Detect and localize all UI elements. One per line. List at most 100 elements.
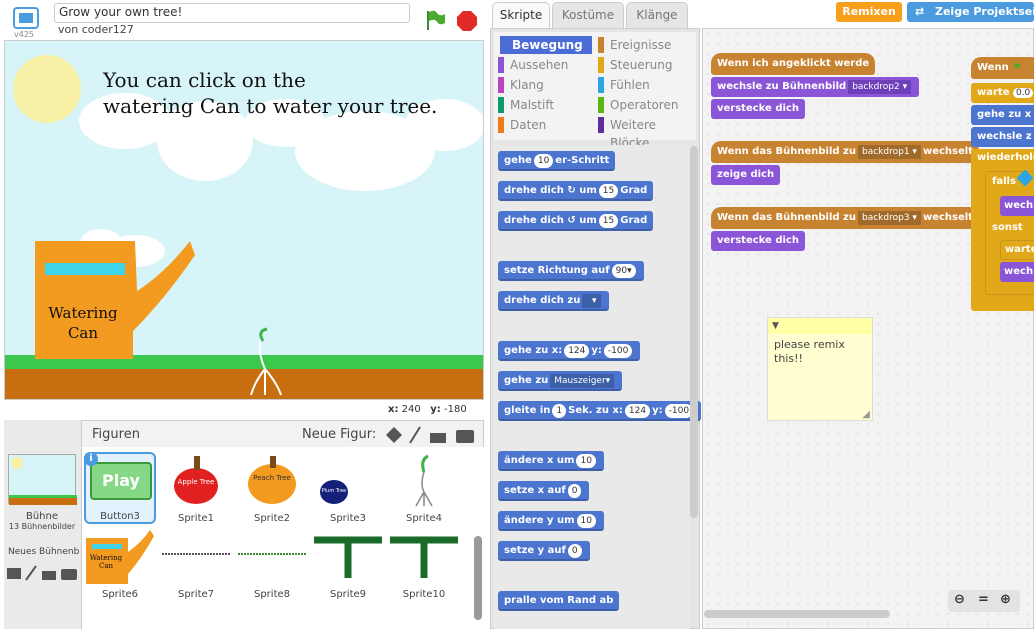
block-move-steps[interactable]: gehe 10 er-Schritt	[498, 151, 616, 171]
script4-inner-block[interactable]: wech	[1000, 262, 1034, 282]
sprite-tile-sprite6[interactable]: Watering Can Sprite6	[84, 528, 156, 600]
script1-hat-block[interactable]: Wenn ich angeklickt werde	[711, 53, 876, 75]
sprite-tile-sprite10[interactable]: Sprite10	[388, 528, 460, 600]
script2-hat-block[interactable]: Wenn das Bühnenbild zu backdrop1 ▾ wechsel…	[711, 141, 979, 163]
script4-inner-block[interactable]: wech	[1000, 196, 1034, 216]
block-input[interactable]: 0	[567, 484, 582, 498]
block-point-towards[interactable]: drehe dich zu ▾	[498, 291, 609, 311]
sprite-tile-sprite4[interactable]: Sprite4	[388, 452, 460, 524]
chevron-down-icon[interactable]: ▾	[582, 294, 601, 308]
block-set-y[interactable]: setze y auf 0	[498, 541, 590, 561]
category-looks[interactable]: Aussehen	[498, 56, 568, 74]
category-color	[498, 57, 504, 73]
script1-hide-block[interactable]: verstecke dich	[711, 99, 805, 119]
block-change-x[interactable]: ändere x um 10	[498, 451, 604, 471]
block-input[interactable]: 124	[624, 404, 651, 418]
comment-header[interactable]: ▼	[768, 318, 872, 334]
block-input[interactable]: 10	[576, 454, 596, 468]
category-sensing[interactable]: Fühlen	[598, 76, 650, 94]
tab-sounds[interactable]: Klänge	[626, 2, 688, 28]
sprite-tile-sprite3[interactable]: Plum Tree Sprite3	[312, 452, 384, 524]
script4-goto-block[interactable]: gehe zu x	[971, 105, 1034, 125]
script3-hat-block[interactable]: Wenn das Bühnenbild zu backdrop3 ▾ wechsel…	[711, 207, 979, 229]
block-go-to[interactable]: gehe zu Mauszeiger▾	[498, 371, 623, 391]
block-point-direction[interactable]: setze Richtung auf 90▾	[498, 261, 644, 281]
block-input[interactable]: 124	[564, 344, 590, 358]
project-title-input[interactable]: Grow your own tree!	[54, 3, 410, 23]
category-data[interactable]: Daten	[498, 116, 546, 134]
script4-if-block[interactable]: falls wech sonst warte wech	[985, 169, 1034, 295]
sprite-tile-sprite1[interactable]: Apple Tree Sprite1	[160, 452, 232, 524]
block-input[interactable]: 0	[567, 544, 582, 558]
project-page-button[interactable]: ⇄ Zeige Projektseite	[907, 2, 1034, 22]
block-input[interactable]: 1	[552, 404, 567, 418]
sprite-tile-button3[interactable]: Play Button3 i	[84, 452, 156, 524]
category-more-blocks[interactable]: Weitere Blöcke	[598, 116, 696, 150]
category-operators[interactable]: Operatoren	[598, 96, 678, 114]
palette-scrollbar[interactable]	[690, 146, 698, 518]
script1-switch-backdrop-block[interactable]: wechsle zu Bühnenbild backdrop2 ▾	[711, 77, 920, 97]
category-motion[interactable]: Bewegung	[500, 36, 592, 54]
block-input[interactable]: 90▾	[611, 264, 636, 278]
tab-scripts[interactable]: Skripte	[492, 2, 550, 28]
block-go-to-xy[interactable]: gehe zu x: 124 y: -100	[498, 341, 641, 361]
script4-switch-block[interactable]: wechsle z	[971, 127, 1034, 147]
block-input[interactable]: 15	[598, 184, 619, 198]
block-text: um	[579, 215, 597, 226]
zoom-in-icon[interactable]: ⊕	[1000, 592, 1011, 607]
sprite-name: Sprite4	[405, 513, 443, 524]
block-turn-right[interactable]: drehe dich ↻ um 15 Grad	[498, 181, 654, 201]
block-input[interactable]: -100	[603, 344, 633, 358]
tab-costumes[interactable]: Kostüme	[552, 2, 624, 28]
block-input[interactable]: -100	[664, 404, 694, 418]
category-control[interactable]: Steuerung	[598, 56, 672, 74]
script4-warte-block[interactable]: warte 0.0	[971, 83, 1034, 103]
green-flag-icon[interactable]	[424, 9, 446, 34]
remix-button[interactable]: Remixen	[836, 2, 902, 22]
block-dropdown[interactable]: backdrop1 ▾	[858, 145, 921, 159]
script3-hide-block[interactable]: verstecke dich	[711, 231, 805, 251]
block-change-y[interactable]: ändere y um 10	[498, 511, 604, 531]
info-icon[interactable]: i	[84, 452, 98, 466]
category-color	[598, 97, 604, 113]
script2-show-block[interactable]: zeige dich	[711, 165, 781, 185]
block-turn-left[interactable]: drehe dich ↺ um 15 Grad	[498, 211, 654, 231]
block-glide[interactable]: gleite in 1 Sek. zu x: 124 y: -100	[498, 401, 702, 421]
sprite-art-play: Play	[90, 462, 152, 500]
block-input[interactable]: 10	[533, 154, 554, 168]
sprite-tile-sprite7[interactable]: Sprite7	[160, 528, 232, 600]
sprite-tile-sprite2[interactable]: Peach Tree Sprite2	[236, 452, 308, 524]
fullscreen-icon[interactable]	[12, 6, 40, 30]
category-sound[interactable]: Klang	[498, 76, 544, 94]
category-pen[interactable]: Malstift	[498, 96, 554, 114]
sprite-tile-sprite9[interactable]: Sprite9	[312, 528, 384, 600]
block-dropdown[interactable]: backdrop3 ▾	[858, 211, 921, 225]
block-input[interactable]: 0.0	[1012, 88, 1034, 98]
block-text: sonst	[992, 222, 1023, 233]
scripts-horizontal-scrollbar[interactable]	[704, 610, 890, 618]
block-input[interactable]: 15	[598, 214, 619, 228]
sprite-name: Sprite1	[177, 513, 215, 524]
block-bounce[interactable]: pralle vom Rand ab	[498, 591, 620, 611]
block-set-x[interactable]: setze x auf 0	[498, 481, 590, 501]
script4-repeat-block[interactable]: wiederhole falls wech sonst warte wech	[971, 149, 1034, 311]
comment-text[interactable]: please remix this!!	[768, 334, 872, 370]
resize-handle-icon[interactable]: ◢	[862, 409, 870, 420]
block-input[interactable]: 10	[576, 514, 596, 528]
stage-thumbnail[interactable]	[8, 454, 77, 505]
script4-hat-block[interactable]: Wenn ⚑	[971, 57, 1034, 79]
comment-note[interactable]: ▼ please remix this!! ◢	[767, 317, 873, 421]
sprite-art-peach: Peach Tree	[253, 474, 291, 482]
sprite-tile-sprite8[interactable]: Sprite8	[236, 528, 308, 600]
script4-inner-block[interactable]: warte	[1000, 240, 1034, 260]
watering-can-sprite[interactable]: Watering Can	[43, 303, 123, 343]
stop-icon[interactable]	[456, 10, 478, 35]
block-dropdown[interactable]: Mauszeiger▾	[550, 374, 615, 388]
zoom-reset-icon[interactable]: =	[978, 592, 989, 607]
sprites-scrollbar[interactable]	[474, 536, 482, 620]
category-events[interactable]: Ereignisse	[598, 36, 671, 54]
chevron-down-icon[interactable]: ▼	[768, 321, 779, 331]
block-dropdown[interactable]: backdrop2 ▾	[848, 80, 912, 94]
stage[interactable]: You can click on the watering Can to wat…	[4, 40, 484, 400]
zoom-out-icon[interactable]: ⊖	[954, 592, 965, 607]
